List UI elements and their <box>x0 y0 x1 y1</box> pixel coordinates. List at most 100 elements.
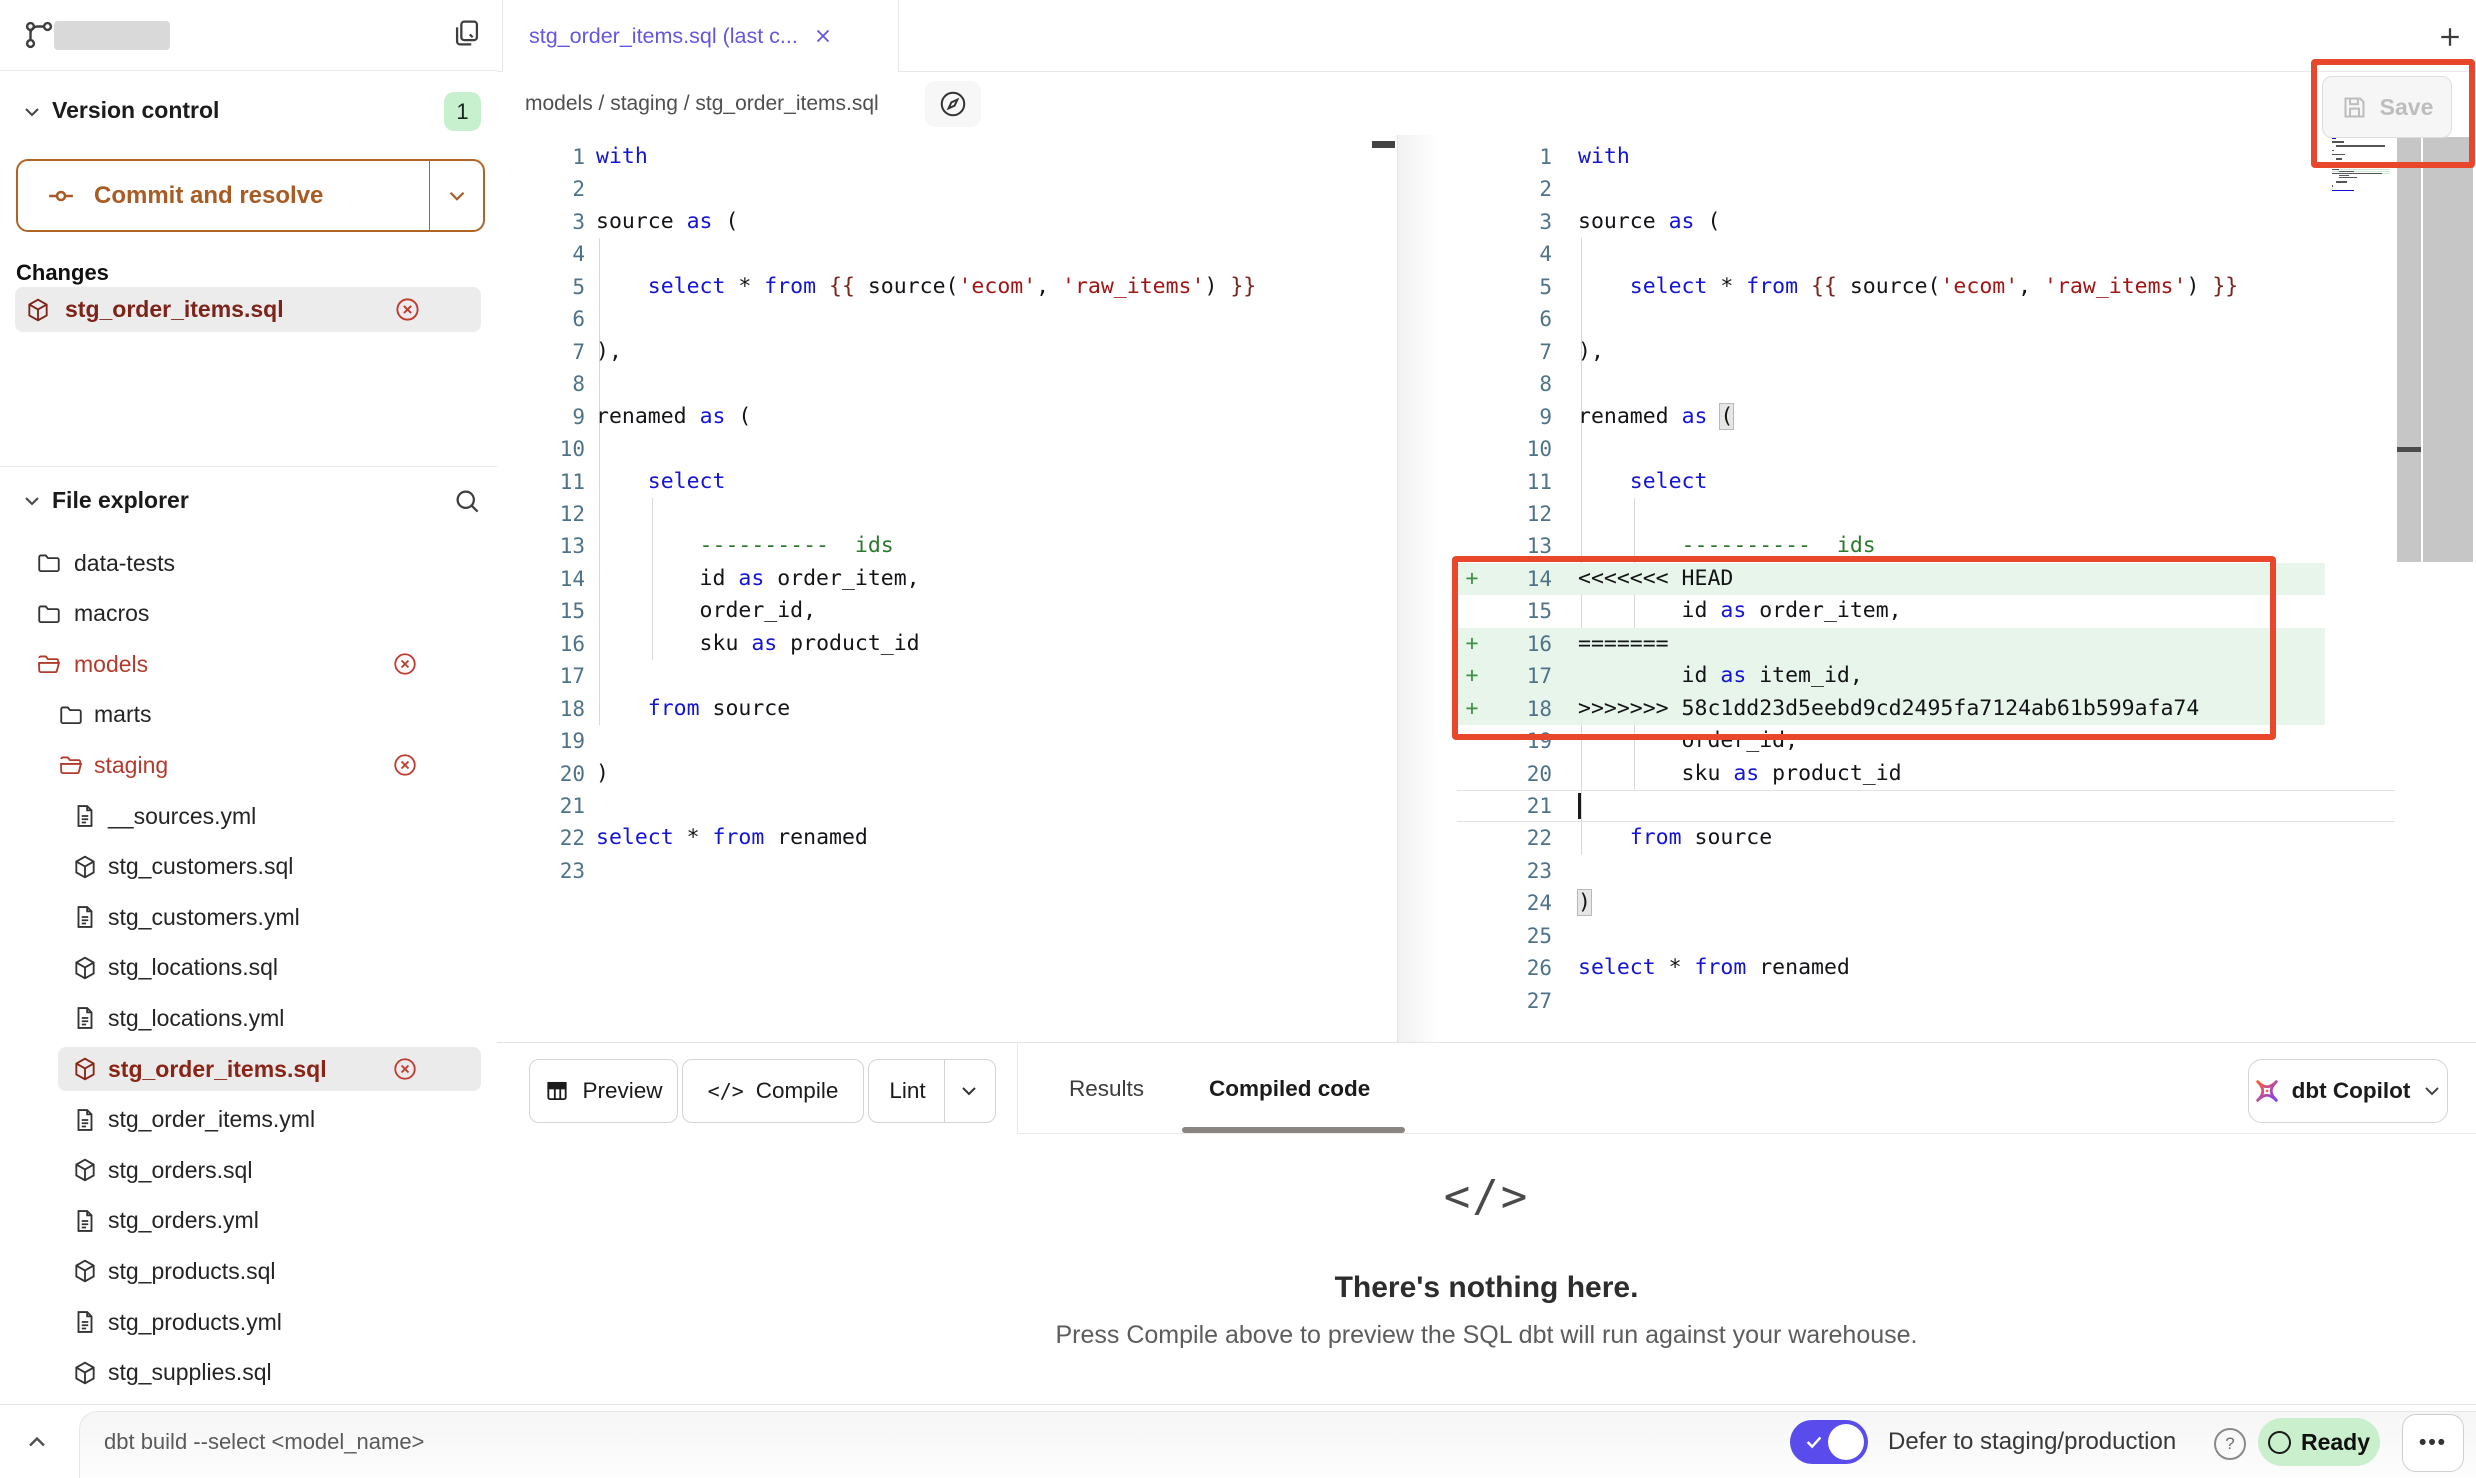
tab-stg-order-items[interactable]: stg_order_items.sql (last c... <box>502 0 899 72</box>
left-pane-scroll-thumb[interactable] <box>1372 141 1395 148</box>
line-number: 5 <box>497 271 585 303</box>
tree-item[interactable]: stg_products.yml <box>0 1299 497 1345</box>
tab-compiled-code[interactable]: Compiled code <box>1209 1043 1370 1134</box>
line-number: 16 <box>1486 628 1552 660</box>
discard-change-icon[interactable] <box>394 296 421 323</box>
tree-item[interactable]: staging <box>0 742 497 788</box>
tree-item[interactable]: marts <box>0 692 497 738</box>
file-icon <box>72 1005 98 1031</box>
changed-file-row[interactable]: stg_order_items.sql <box>15 287 481 332</box>
tree-item[interactable]: stg_customers.yml <box>0 894 497 940</box>
editor-right-pane[interactable]: 1with23source as (45 select * from {{ so… <box>1400 141 2476 1017</box>
lint-dropdown-chevron-icon[interactable] <box>945 1079 993 1103</box>
editor-scrollbar-outer[interactable] <box>2423 137 2473 562</box>
dbt-copilot-button[interactable]: dbt Copilot <box>2248 1059 2448 1123</box>
copilot-label: dbt Copilot <box>2292 1078 2411 1104</box>
file-icon <box>72 1309 98 1335</box>
discard-change-icon[interactable] <box>392 1056 418 1082</box>
line-number: 13 <box>497 530 585 562</box>
file-icon <box>72 803 98 829</box>
commit-dropdown-chevron-icon[interactable] <box>430 183 483 209</box>
tree-item[interactable]: stg_customers.sql <box>0 844 497 890</box>
file-icon <box>72 1107 98 1133</box>
search-icon[interactable] <box>452 486 482 516</box>
tree-item[interactable]: macros <box>0 591 497 637</box>
minimap-line <box>2332 190 2354 192</box>
minimap-line <box>2332 150 2334 152</box>
sidebar-divider <box>0 466 497 467</box>
line-number: 12 <box>497 498 585 530</box>
tree-item[interactable]: data-tests <box>0 540 497 586</box>
tree-item-label: __sources.yml <box>108 793 256 839</box>
command-placeholder: dbt build --select <model_name> <box>104 1405 424 1478</box>
tree-item[interactable]: stg_locations.yml <box>0 995 497 1041</box>
editor-scrollbar[interactable] <box>2397 137 2421 562</box>
tree-item[interactable]: models <box>0 641 497 687</box>
version-control-chevron-icon[interactable] <box>20 100 44 124</box>
code-line: id as item_id, <box>1578 660 1863 692</box>
minimap-line <box>2332 185 2333 187</box>
editor-left-pane[interactable]: 1with23source as (45 select * from {{ so… <box>497 141 1397 887</box>
code-line: from source <box>596 693 790 725</box>
line-number: 15 <box>1486 595 1552 627</box>
code-line: select * from renamed <box>1578 952 1850 984</box>
diff-plus-marker: + <box>1460 693 1484 725</box>
compile-button[interactable]: </> Compile <box>682 1059 864 1123</box>
line-number: 23 <box>497 855 585 887</box>
tree-item[interactable]: stg_order_items.sql <box>0 1046 497 1092</box>
line-number: 19 <box>1486 725 1552 757</box>
cube-icon <box>72 1056 98 1082</box>
tree-item[interactable]: stg_order_items.yml <box>0 1097 497 1143</box>
code-icon: </> <box>708 1079 744 1103</box>
line-number: 3 <box>1486 206 1552 238</box>
git-branch-icon[interactable] <box>22 18 56 52</box>
minimap[interactable] <box>2332 137 2392 197</box>
tree-item-label: stg_customers.sql <box>108 844 293 890</box>
commit-and-resolve-button[interactable]: Commit and resolve <box>16 159 485 232</box>
code-line: select * from {{ source('ecom', 'raw_ite… <box>1578 271 2238 303</box>
version-control-title: Version control <box>52 97 219 124</box>
sidebar: Version control 1 Commit and resolve Cha… <box>0 0 498 1404</box>
file-explorer-chevron-icon[interactable] <box>20 489 44 513</box>
lint-label: Lint <box>871 1078 943 1104</box>
lint-split-button[interactable]: Lint <box>868 1059 996 1123</box>
lineage-button[interactable] <box>925 81 981 127</box>
tab-results[interactable]: Results <box>1069 1043 1144 1134</box>
line-number: 4 <box>1486 238 1552 270</box>
text-cursor <box>1578 793 1581 819</box>
copy-icon[interactable] <box>450 16 484 50</box>
save-button[interactable]: Save <box>2322 76 2452 138</box>
tree-item-label: stg_order_items.yml <box>108 1097 315 1143</box>
new-tab-icon[interactable] <box>2435 22 2465 52</box>
discard-change-icon[interactable] <box>392 651 418 677</box>
tree-item[interactable]: __sources.yml <box>0 793 497 839</box>
discard-change-icon[interactable] <box>392 752 418 778</box>
empty-state-subtitle: Press Compile above to preview the SQL d… <box>497 1321 2476 1350</box>
code-line: select * from renamed <box>596 822 868 854</box>
tab-close-icon[interactable] <box>812 25 834 47</box>
diff-editor[interactable]: 1with23source as (45 select * from {{ so… <box>497 135 2476 1042</box>
line-number: 13 <box>1486 530 1552 562</box>
tree-item[interactable]: stg_supplies.sql <box>0 1350 497 1396</box>
preview-button[interactable]: Preview <box>529 1059 678 1123</box>
tree-item[interactable]: stg_locations.sql <box>0 945 497 991</box>
cube-icon <box>72 955 98 981</box>
defer-toggle[interactable] <box>1790 1420 1868 1464</box>
copilot-chevron-icon <box>2420 1079 2444 1103</box>
tree-item[interactable]: stg_products.sql <box>0 1248 497 1294</box>
chevron-up-icon[interactable] <box>18 1423 56 1461</box>
line-number: 18 <box>497 693 585 725</box>
changes-count-badge: 1 <box>444 92 481 131</box>
tree-item-label: stg_locations.yml <box>108 995 284 1041</box>
tree-item[interactable]: stg_orders.sql <box>0 1147 497 1193</box>
active-tab-underline <box>1182 1127 1405 1133</box>
line-number: 27 <box>1486 985 1552 1017</box>
empty-state-code-icon: </> <box>497 1171 2476 1222</box>
compile-label: Compile <box>756 1078 839 1104</box>
more-options-button[interactable]: ••• <box>2402 1414 2464 1472</box>
tab-label: stg_order_items.sql (last c... <box>529 24 798 49</box>
help-icon[interactable]: ? <box>2214 1428 2246 1460</box>
line-number: 21 <box>497 790 585 822</box>
tree-item[interactable]: stg_orders.yml <box>0 1198 497 1244</box>
dbt-cloud-ide: Version control 1 Commit and resolve Cha… <box>0 0 2476 1478</box>
